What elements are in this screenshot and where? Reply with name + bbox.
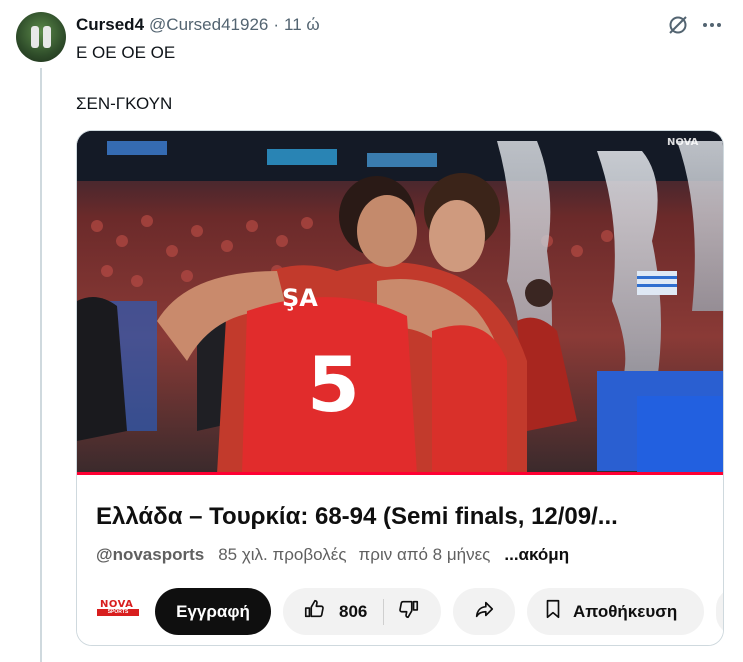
channel-handle[interactable]: @novasports (96, 545, 204, 565)
broadcast-logo: NOVA (667, 137, 699, 148)
avatar[interactable] (16, 12, 66, 62)
jersey-name: ŞA (282, 284, 318, 312)
display-name[interactable]: Cursed4 (76, 15, 144, 35)
dislike-icon[interactable] (398, 598, 420, 625)
tweet-text-line1: Ε ΟΕ ΟΕ ΟΕ (76, 43, 176, 62)
video-title[interactable]: Ελλάδα – Τουρκία: 68-94 (Semi finals, 12… (96, 503, 618, 531)
tweet-text-line2: ΣΕΝ-ΓΚΟΥΝ (76, 94, 173, 113)
upload-age: πριν από 8 μήνες (358, 545, 491, 564)
like-separator (383, 598, 385, 625)
more-link[interactable]: ...ακόμη (504, 545, 569, 565)
channel-logo-subtext: SPORTS (97, 609, 139, 616)
video-meta: @novasports 85 χιλ. προβολές πριν από 8 … (96, 545, 569, 565)
avatar-figure (31, 26, 39, 48)
user-handle[interactable]: @Cursed41926 (149, 15, 268, 35)
share-button[interactable] (453, 588, 515, 635)
subscribe-label: Εγγραφή (176, 601, 250, 621)
bookmark-icon (543, 598, 563, 625)
save-label: Αποθήκευση (573, 601, 678, 621)
like-dislike-group: 806 (283, 588, 441, 635)
subscribe-button[interactable]: Εγγραφή (155, 588, 271, 635)
more-options-icon[interactable] (701, 14, 723, 36)
grok-icon[interactable] (667, 14, 689, 36)
like-icon[interactable] (303, 598, 325, 625)
youtube-embed-card[interactable]: 5 ŞA NOVA Ελλάδα – Τουρκία: 68-94 (Semi … (76, 130, 724, 646)
share-icon (473, 598, 495, 625)
video-info-panel: Ελλάδα – Τουρκία: 68-94 (Semi finals, 12… (77, 475, 723, 645)
avatar-figure (43, 26, 51, 48)
tweet-header: Cursed4 @Cursed41926 · 11 ώ (76, 13, 320, 37)
save-button[interactable]: Αποθήκευση (527, 588, 704, 635)
jersey-number: 5 (307, 340, 360, 429)
like-count[interactable]: 806 (339, 602, 367, 622)
channel-logo[interactable]: NOVA SPORTS (97, 599, 139, 617)
separator-dot: · (273, 15, 280, 34)
timestamp[interactable]: 11 ώ (284, 15, 320, 35)
view-count: 85 χιλ. προβολές (218, 545, 347, 564)
thread-line (40, 68, 42, 662)
more-actions-button[interactable] (716, 588, 723, 635)
video-thumbnail[interactable]: 5 ŞA NOVA (77, 131, 723, 474)
